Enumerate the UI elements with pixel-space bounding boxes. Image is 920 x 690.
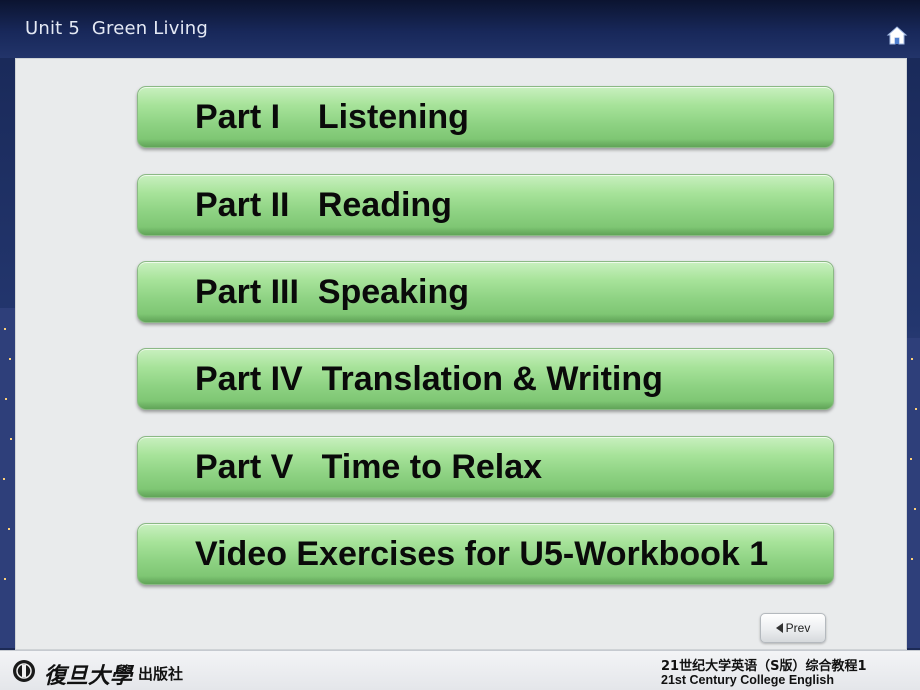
background-city-left bbox=[0, 58, 15, 650]
menu-item-reading[interactable]: Part II Reading bbox=[137, 174, 834, 236]
publisher-logo-icon bbox=[13, 660, 35, 682]
menu-item-speaking[interactable]: Part III Speaking bbox=[137, 261, 834, 323]
menu-item-listening[interactable]: Part I Listening bbox=[137, 86, 834, 148]
menu-item-label: Video Exercises for U5-Workbook 1 bbox=[195, 535, 769, 573]
publisher-suffix: 出版社 bbox=[138, 665, 184, 683]
menu-item-label: Part IV Translation & Writing bbox=[195, 360, 663, 398]
menu-item-label: Part V Time to Relax bbox=[195, 448, 543, 486]
course-title-en: 21st Century College English bbox=[661, 673, 834, 687]
home-button[interactable] bbox=[886, 25, 908, 47]
course-title-cn: 21世纪大学英语（S版）综合教程1 bbox=[661, 659, 867, 674]
menu-item-translation-writing[interactable]: Part IV Translation & Writing bbox=[137, 348, 834, 410]
prev-label: Prev bbox=[785, 621, 811, 635]
prev-button[interactable]: Prev bbox=[760, 613, 826, 643]
menu-item-label: Part III Speaking bbox=[195, 273, 469, 311]
publisher-name: 復旦大學 bbox=[44, 663, 133, 689]
home-icon bbox=[886, 26, 908, 45]
menu-item-time-to-relax[interactable]: Part V Time to Relax bbox=[137, 436, 834, 498]
unit-title: Unit 5 Green Living bbox=[25, 18, 209, 39]
background-city-right bbox=[907, 58, 920, 650]
triangle-left-icon bbox=[775, 623, 783, 633]
menu-item-label: Part II Reading bbox=[195, 186, 452, 224]
header-bar: Unit 5 Green Living bbox=[0, 0, 920, 58]
footer-bar: 復旦大學 出版社 21世纪大学英语（S版）综合教程1 21st Century … bbox=[0, 650, 920, 690]
menu-item-video-exercises[interactable]: Video Exercises for U5-Workbook 1 bbox=[137, 523, 834, 585]
menu-item-label: Part I Listening bbox=[195, 98, 469, 136]
